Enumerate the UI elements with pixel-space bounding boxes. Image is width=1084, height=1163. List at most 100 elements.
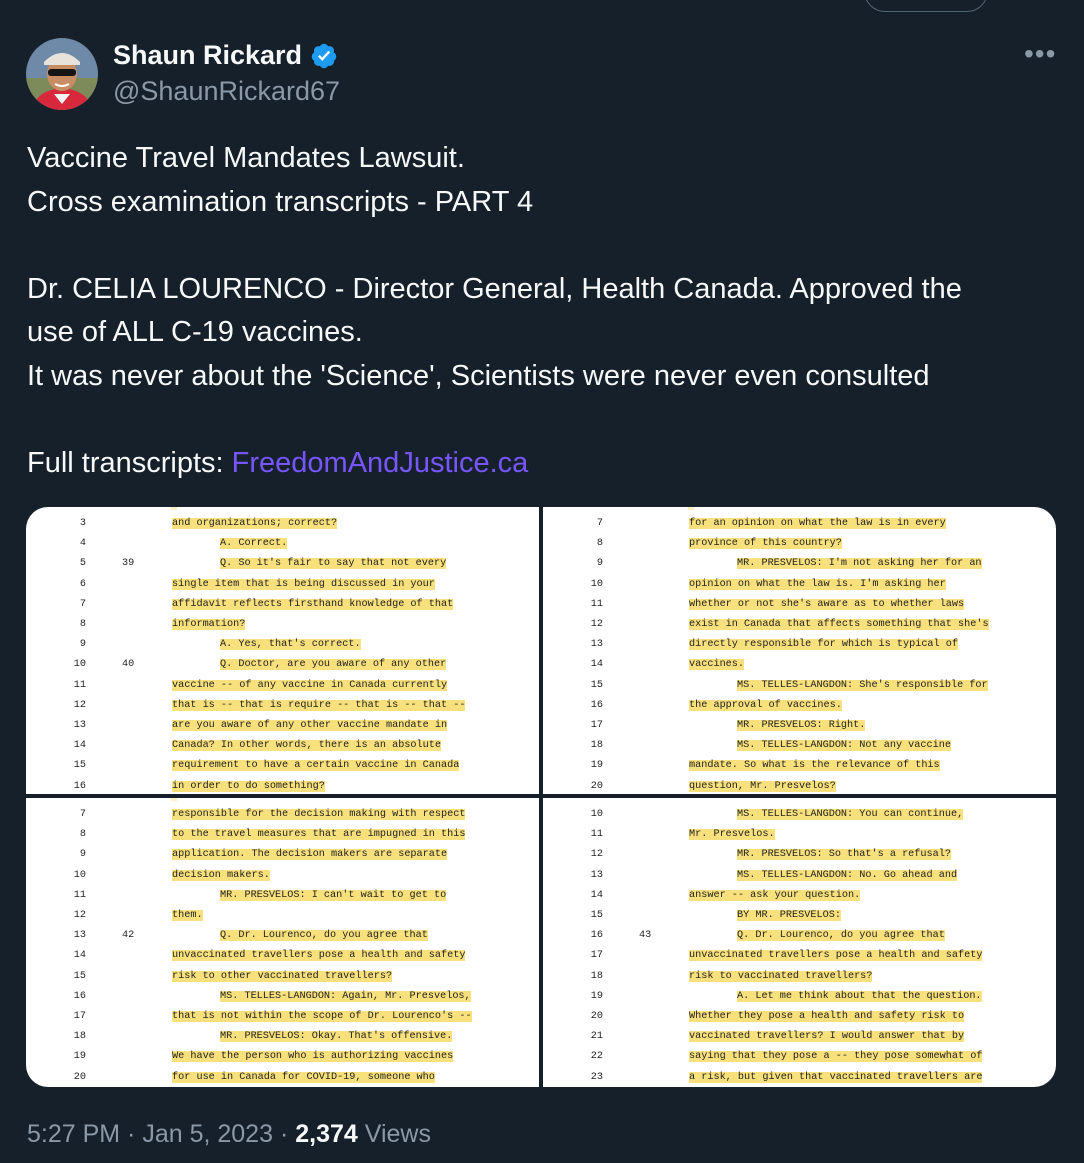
line-number: 11 (590, 829, 603, 841)
highlighted-text: a risk, but given that vaccinated travel… (689, 1071, 983, 1083)
author-handle[interactable]: @ShaunRickard67 (113, 76, 340, 107)
author-name[interactable]: Shaun Rickard (113, 40, 302, 71)
transcript-text: MR. PRESVELOS: I'm not asking her for an (737, 558, 982, 570)
highlighted-text: Q. So it's fair to say that not every (220, 558, 447, 570)
transcript-image-2[interactable]: 7 for an opinion on what the law is in ev… (543, 507, 1056, 794)
highlighted-text: for use in Canada for COVID-19, someone … (172, 1071, 435, 1083)
highlighted-text: MS. TELLES-LANGDON: Not any vaccine (737, 740, 951, 752)
transcript-text: MR. PRESVELOS: Okay. That's offensive. (220, 1031, 453, 1043)
transcript-text: MS. TELLES-LANGDON: No. Go ahead and (737, 869, 958, 881)
highlighted-text: that is -- that is require -- that is --… (172, 699, 466, 711)
highlighted-text: opinion on what the law is. I'm asking h… (689, 578, 946, 590)
transcript-text: Q. So it's fair to say that not every (220, 558, 447, 570)
transcript-text: A. Let me think about that the question. (737, 990, 982, 1002)
transcript-line: 14 vaccines. (543, 654, 1056, 674)
line-number: 10 (590, 809, 603, 820)
transcript-line: 14 answer -- ask your question. (543, 885, 1056, 905)
transcript-text: province of this country? (689, 538, 842, 550)
transcript-line: 11 vaccine -- of any vaccine in Canada cu… (26, 675, 539, 695)
transcript-line: 20 Whether they pose a health and safety … (543, 1006, 1056, 1026)
transcript-text: MS. TELLES-LANGDON: Not any vaccine (737, 740, 951, 752)
highlighted-text: question, Mr. Presvelos? (689, 780, 836, 792)
transcript-image-3[interactable]: 7 responsible for the decision making wit… (26, 798, 539, 1087)
transcript-line: 19 A. Let me think about that the questio… (543, 986, 1056, 1006)
transcript-text: saying that they pose a -- they pose som… (689, 1051, 983, 1063)
highlighted-text: MS. TELLES-LANGDON: You can continue, (737, 809, 964, 820)
highlighted-text: directly responsible for which is typica… (689, 639, 958, 651)
cropped-line (171, 507, 178, 510)
transcript-line: 11 MR. PRESVELOS: I can't wait to get to (26, 885, 539, 905)
transcript-text: exist in Canada that affects something t… (689, 619, 989, 630)
question-number: 39 (122, 558, 135, 570)
transcript-line: 12 them. (26, 905, 539, 925)
transcript-line: 17 unvaccinated travellers pose a health … (543, 945, 1056, 965)
line-number: 20 (590, 1011, 603, 1022)
highlighted-text: MS. TELLES-LANGDON: Again, Mr. Presvelos… (220, 990, 471, 1002)
line-number: 19 (590, 760, 603, 772)
highlighted-text: vaccines. (689, 659, 745, 671)
highlighted-text: MS. TELLES-LANGDON: No. Go ahead and (737, 869, 958, 881)
transcript-line: 3 and organizations; correct? (26, 513, 539, 533)
tweet-link-line: Full transcripts: FreedomAndJustice.ca (27, 442, 1057, 486)
transcript-text: a risk, but given that vaccinated travel… (689, 1071, 983, 1083)
transcript-text: unvaccinated travellers pose a health an… (172, 950, 466, 962)
line-number: 5 (79, 558, 86, 570)
transcript-text: and organizations; correct? (172, 518, 338, 529)
tweet-line: Dr. CELIA LOURENCO - Director General, H… (27, 272, 962, 305)
line-number: 8 (596, 538, 603, 550)
line-number: 3 (79, 518, 86, 529)
line-number: 14 (590, 889, 603, 901)
transcript-text: vaccine -- of any vaccine in Canada curr… (172, 679, 448, 691)
transcript-text: information? (172, 619, 246, 630)
tweet-time[interactable]: 5:27 PM (27, 1120, 120, 1148)
highlighted-text: A. Correct. (220, 538, 288, 550)
transcript-line: 10 decision makers. (26, 865, 539, 885)
transcript-text: MS. TELLES-LANGDON: You can continue, (737, 809, 964, 820)
avatar[interactable] (26, 38, 98, 110)
highlighted-text: We have the person who is authorizing va… (172, 1051, 454, 1063)
highlighted-text: Q. Dr. Lourenco, do you agree that (220, 930, 428, 942)
highlighted-text: for an opinion on what the law is in eve… (689, 518, 946, 529)
question-number: 40 (122, 659, 135, 671)
line-number: 19 (73, 1051, 86, 1063)
more-horizontal-icon[interactable]: ••• (1024, 40, 1056, 68)
highlighted-text: in order to do something? (172, 780, 325, 792)
line-number: 12 (590, 849, 603, 861)
cropped-line (688, 507, 695, 510)
line-number: 19 (590, 990, 603, 1002)
line-number: 10 (73, 869, 86, 881)
transcript-text: answer -- ask your question. (689, 889, 861, 901)
transcript-text: for use in Canada for COVID-19, someone … (172, 1071, 435, 1083)
transcript-line: 12 that is -- that is require -- that is … (26, 695, 539, 715)
highlighted-text: Canada? In other words, there is an abso… (172, 740, 441, 752)
transcript-line: 12 exist in Canada that affects something… (543, 614, 1056, 634)
line-number: 13 (73, 720, 86, 731)
highlighted-text: unvaccinated travellers pose a health an… (689, 950, 983, 962)
transcript-image-1[interactable]: 3 and organizations; correct? 4 A. Correct.… (26, 507, 539, 794)
media-grid[interactable]: 3 and organizations; correct? 4 A. Correct.… (26, 507, 1056, 1087)
website-link[interactable]: FreedomAndJustice.ca (232, 447, 529, 479)
transcript-text: to the travel measures that are impugned… (172, 829, 466, 841)
transcript-line: 4 A. Correct. (26, 533, 539, 553)
transcript-text: them. (172, 910, 203, 921)
line-number: 20 (590, 780, 603, 792)
highlighted-text: unvaccinated travellers pose a health an… (172, 950, 466, 962)
line-number: 23 (590, 1071, 603, 1083)
line-number: 12 (73, 910, 86, 921)
top-pill-button[interactable] (864, 0, 988, 12)
transcript-line: 18 MR. PRESVELOS: Okay. That's offensive. (26, 1026, 539, 1046)
transcript-text: requirement to have a certain vaccine in… (172, 760, 460, 772)
tweet-date[interactable]: Jan 5, 2023 (142, 1120, 273, 1148)
question-number: 43 (639, 930, 652, 942)
transcript-line: 7 responsible for the decision making wit… (26, 804, 539, 824)
transcript-line: 16 in order to do something? (26, 776, 539, 794)
line-number: 13 (73, 930, 86, 942)
transcript-line: 9 MR. PRESVELOS: I'm not asking her for a… (543, 553, 1056, 573)
transcript-image-4[interactable]: 10 MS. TELLES-LANGDON: You can continue, 1… (543, 798, 1056, 1087)
line-number: 13 (590, 869, 603, 881)
transcript-line: 5 39 Q. So it's fair to say that not every (26, 553, 539, 573)
highlighted-text: MR. PRESVELOS: So that's a refusal? (737, 849, 951, 861)
tweet-line: Vaccine Travel Mandates Lawsuit. (27, 142, 465, 174)
transcript-line: 10 opinion on what the law is. I'm asking… (543, 574, 1056, 594)
